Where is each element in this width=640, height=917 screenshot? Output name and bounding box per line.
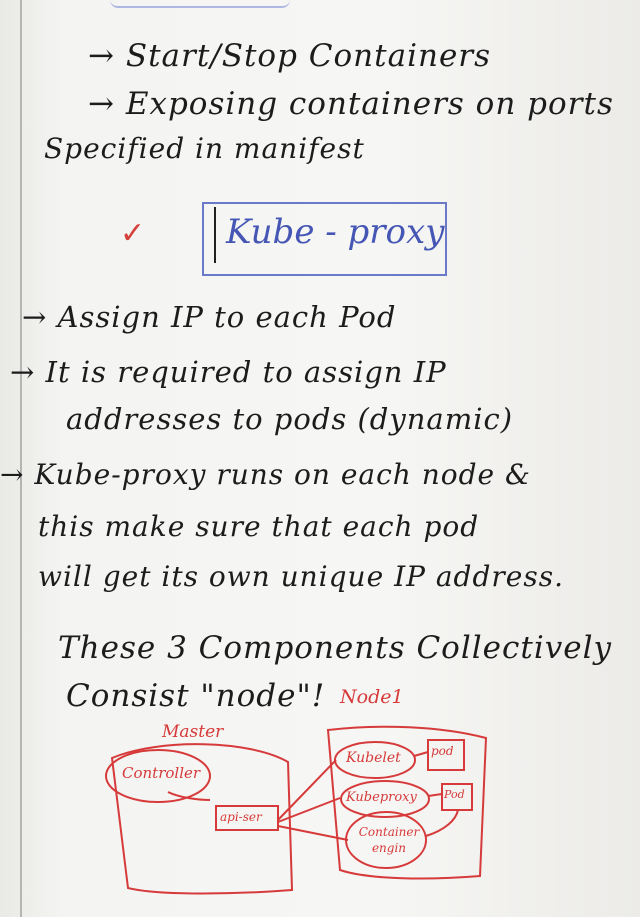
- note-three-components: These 3 Components Collectively: [58, 630, 613, 666]
- note-unique-ip: will get its own unique IP address.: [38, 560, 564, 593]
- container-engine-label: Container engin: [358, 825, 420, 855]
- note-required-assign-ip: → It is required to assign IP: [10, 355, 447, 389]
- check-mark-icon: ✓: [120, 216, 146, 251]
- kubelet-label: Kubelet: [346, 750, 401, 766]
- note-assign-ip: → Assign IP to each Pod: [22, 300, 397, 334]
- node-architecture-diagram: Master Node1 Controller api-ser Kubelet …: [100, 680, 520, 905]
- note-kube-proxy-runs: → Kube-proxy runs on each node &: [0, 458, 531, 491]
- kube-proxy-heading: Kube - proxy: [226, 212, 445, 252]
- link-engine-pod: [425, 809, 459, 837]
- heading-divider: [214, 207, 216, 263]
- api-server-label: api-ser: [220, 810, 262, 824]
- note-addresses-dynamic: addresses to pods (dynamic): [66, 402, 514, 436]
- pod1-label: pod: [431, 744, 454, 758]
- note-exposing-containers: → Exposing containers on ports: [88, 86, 614, 122]
- note-start-stop-containers: → Start/Stop Containers: [88, 38, 492, 74]
- link-proxy-pod: [427, 793, 443, 797]
- note-make-sure: this make sure that each pod: [38, 510, 480, 543]
- whiteboard-page: → Start/Stop Containers → Exposing conta…: [0, 0, 640, 917]
- link-kubelet-pod: [413, 751, 429, 757]
- top-scribble: [110, 0, 290, 8]
- node1-label: Node1: [340, 686, 404, 708]
- controller-label: Controller: [122, 764, 201, 782]
- note-specified-in-manifest: Specified in manifest: [44, 132, 365, 165]
- kubeproxy-label: Kubeproxy: [346, 790, 417, 805]
- master-label: Master: [162, 722, 224, 742]
- pod2-label: Pod: [444, 788, 465, 801]
